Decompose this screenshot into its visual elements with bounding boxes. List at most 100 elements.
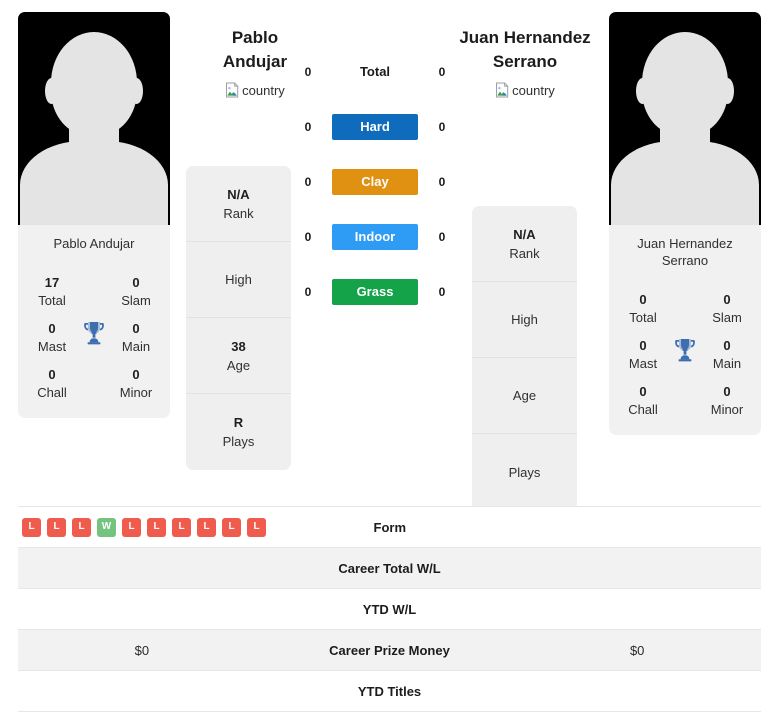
- titles-row: 0 Total 0 Slam: [617, 291, 753, 327]
- player-name-right[interactable]: Juan Hernandez Serrano: [450, 26, 600, 74]
- stat-row: Career Total W/L: [18, 548, 761, 589]
- titles-total-label: Total: [629, 310, 657, 325]
- country-flag-right: country: [450, 82, 600, 98]
- info-high-right: High: [472, 282, 577, 358]
- surface-row-clay: 0 Clay 0: [300, 168, 450, 196]
- titles-slam-label: Slam: [121, 293, 151, 308]
- info-rank-right: N/A Rank: [472, 206, 577, 282]
- titles-chall-label: Chall: [37, 385, 67, 400]
- titles-row: 0 Mast 0 Main: [26, 320, 162, 356]
- titles-chall-right: 0 Chall: [617, 383, 669, 419]
- form-badge-loss[interactable]: L: [197, 517, 216, 537]
- form-badge-loss[interactable]: L: [172, 517, 191, 537]
- titles-main-label: Main: [121, 339, 151, 354]
- form-badge-loss[interactable]: L: [22, 517, 41, 537]
- info-plays-left: R Plays: [186, 394, 291, 470]
- titles-chall-left: 0 Chall: [26, 366, 78, 402]
- stat-right-value: $0: [629, 642, 645, 658]
- stat-right-value: [513, 548, 761, 588]
- player-name-line1: Pablo: [231, 28, 279, 47]
- comparison-stats-table: LLLWLLLLLL Form Career Total W/L YTD W/L $…: [18, 506, 761, 712]
- titles-chall-label: Chall: [628, 402, 658, 417]
- titles-mast-value: 0: [639, 338, 647, 353]
- broken-image-icon: [495, 82, 511, 98]
- player-comparison-page: Pablo Andujar 17 Total 0 Slam 0 Mast 0 M…: [0, 0, 779, 719]
- avatar-ear-left-shape: [636, 78, 649, 104]
- form-badge-loss[interactable]: L: [47, 517, 66, 537]
- info-rank-left: N/A Rank: [186, 166, 291, 242]
- stat-row: YTD Titles: [18, 671, 761, 712]
- broken-image-icon: [225, 82, 241, 98]
- stat-label-form: Form: [373, 519, 407, 535]
- stat-left-value: $0: [134, 642, 150, 658]
- titles-row: 0 Mast 0 Main: [617, 337, 753, 373]
- surface-clay-label[interactable]: Clay: [332, 169, 418, 195]
- stat-row: YTD W/L: [18, 589, 761, 630]
- stat-left-value: [18, 548, 266, 588]
- info-plays-label: Plays: [222, 434, 255, 449]
- surface-clay-left-value: 0: [304, 175, 312, 189]
- form-badge-win[interactable]: W: [97, 517, 116, 537]
- player-card-left[interactable]: Pablo Andujar 17 Total 0 Slam 0 Mast 0 M…: [18, 12, 170, 418]
- avatar-ear-right-shape: [130, 78, 143, 104]
- titles-mast-label: Mast: [628, 356, 658, 371]
- surface-breakdown: 0 Total 0 0 Hard 0 0 Clay 0 0 Indoor 0 0 Grass 0: [300, 58, 450, 306]
- surface-total-label[interactable]: Total: [332, 59, 418, 85]
- form-badge-loss[interactable]: L: [147, 517, 166, 537]
- titles-row: 0 Chall 0 Minor: [617, 383, 753, 419]
- titles-main-value: 0: [723, 338, 731, 353]
- trophy-icon: [79, 320, 109, 345]
- titles-slam-value: 0: [132, 275, 140, 290]
- player-avatar-left: [18, 12, 170, 225]
- player-card-right[interactable]: Juan Hernandez Serrano 0 Total 0 Slam 0 …: [609, 12, 761, 435]
- stat-label: Career Prize Money: [329, 642, 450, 658]
- stat-label: YTD W/L: [362, 601, 417, 617]
- surface-indoor-label[interactable]: Indoor: [332, 224, 418, 250]
- titles-mast-right: 0 Mast: [617, 337, 669, 373]
- surface-total-right-value: 0: [438, 65, 446, 79]
- titles-grid-left: 17 Total 0 Slam 0 Mast 0 Main 0 Chall 0 …: [18, 256, 170, 418]
- player-name-line2: Serrano: [492, 52, 558, 71]
- info-plays-right: Plays: [472, 434, 577, 510]
- avatar-ear-left-shape: [45, 78, 58, 104]
- player-name-block-right: Juan Hernandez Serrano country: [450, 26, 600, 98]
- titles-slam-label: Slam: [712, 310, 742, 325]
- titles-main-label: Main: [712, 356, 742, 371]
- titles-minor-label: Minor: [119, 385, 153, 400]
- form-badges-left: LLLWLLLLLL: [18, 507, 266, 547]
- country-alt-text: country: [242, 82, 285, 98]
- form-badge-loss[interactable]: L: [247, 517, 266, 537]
- info-rank-value: N/A: [227, 186, 250, 202]
- titles-row: 0 Chall 0 Minor: [26, 366, 162, 402]
- titles-slam-value: 0: [723, 292, 731, 307]
- surface-grass-right-value: 0: [438, 285, 446, 299]
- titles-main-value: 0: [132, 321, 140, 336]
- country-alt-text: country: [512, 82, 555, 98]
- surface-grass-label[interactable]: Grass: [332, 279, 418, 305]
- avatar-ear-right-shape: [721, 78, 734, 104]
- info-high-left: High: [186, 242, 291, 318]
- titles-row: 17 Total 0 Slam: [26, 274, 162, 310]
- comparison-header: Pablo Andujar 17 Total 0 Slam 0 Mast 0 M…: [0, 0, 779, 510]
- titles-mast-left: 0 Mast: [26, 320, 78, 356]
- player-info-panel-right: N/A Rank High Age Plays: [472, 206, 577, 510]
- info-age-label: Age: [512, 388, 537, 403]
- titles-grid-right: 0 Total 0 Slam 0 Mast 0 Main 0 Chall 0 M…: [609, 273, 761, 435]
- info-age-left: 38 Age: [186, 318, 291, 394]
- stat-row: $0 Career Prize Money $0: [18, 630, 761, 671]
- surface-clay-right-value: 0: [438, 175, 446, 189]
- form-badge-loss[interactable]: L: [222, 517, 241, 537]
- info-high-label: High: [225, 272, 252, 287]
- avatar-body-shape: [611, 141, 759, 225]
- form-badge-loss[interactable]: L: [122, 517, 141, 537]
- stat-row-form: LLLWLLLLLL Form: [18, 507, 761, 548]
- player-card-name-line2: Serrano: [661, 253, 709, 268]
- titles-slam-left: 0 Slam: [110, 274, 162, 310]
- surface-hard-label[interactable]: Hard: [332, 114, 418, 140]
- surface-total-left-value: 0: [304, 65, 312, 79]
- info-age-label: Age: [226, 357, 251, 373]
- stat-label: Career Total W/L: [338, 560, 441, 576]
- player-name-line1: Juan Hernandez: [459, 28, 591, 47]
- form-badge-loss[interactable]: L: [72, 517, 91, 537]
